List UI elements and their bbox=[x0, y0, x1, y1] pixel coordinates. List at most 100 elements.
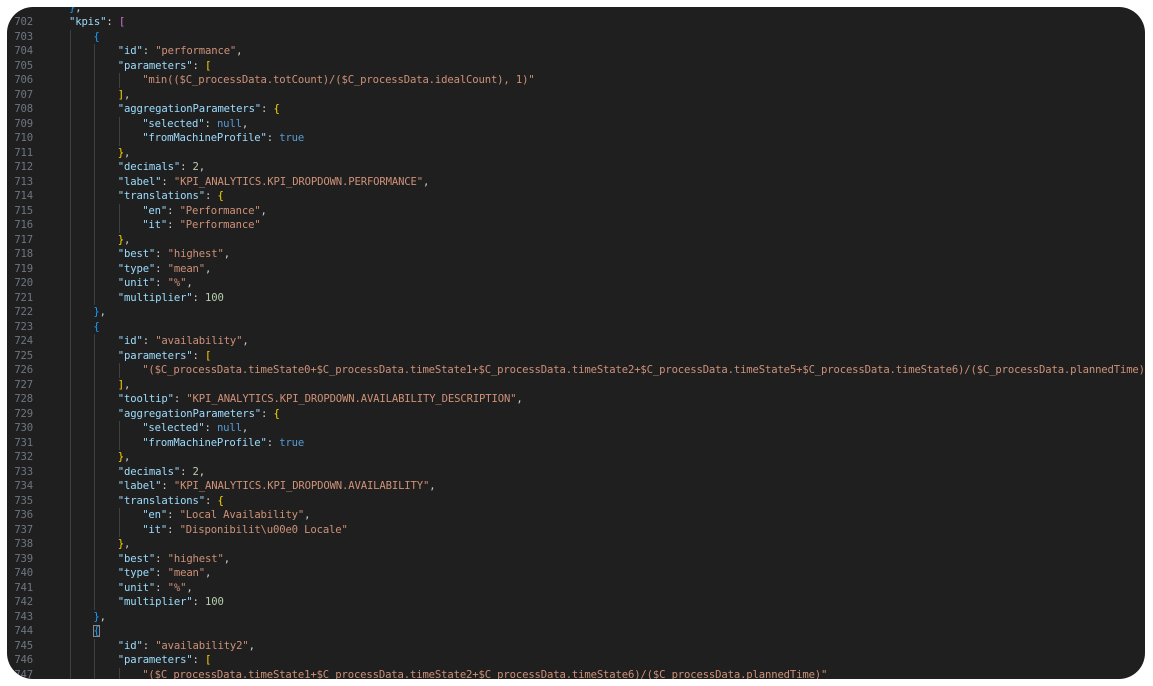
code-text: "best": "highest", bbox=[118, 247, 230, 262]
code-token: "performance" bbox=[155, 45, 237, 57]
indent-guide bbox=[70, 392, 71, 407]
line-number: 711 bbox=[14, 146, 33, 159]
code-line[interactable]: 707], bbox=[7, 87, 1145, 102]
indent-guide bbox=[94, 421, 96, 436]
code-line[interactable]: 709 "selected": null, bbox=[7, 116, 1145, 131]
line-number: 726 bbox=[14, 364, 33, 376]
code-line[interactable]: 706 "min(($C_processData.totCount)/($C_pr… bbox=[7, 73, 1145, 88]
code-line[interactable]: 737 "it": "Disponibilit\u00e0 Locale" bbox=[7, 522, 1145, 537]
code-line[interactable]: 745 "id": "availability2", bbox=[7, 638, 1145, 654]
code-token: "best" bbox=[117, 552, 156, 565]
indent-guide bbox=[70, 218, 71, 233]
code-line[interactable]: 723 { bbox=[7, 319, 1145, 334]
indent-guide bbox=[70, 44, 71, 59]
code-line[interactable]: 714 "translations": { bbox=[7, 189, 1145, 204]
code-token: , bbox=[304, 509, 311, 521]
indent-guide bbox=[94, 145, 96, 160]
code-line[interactable]: 743}, bbox=[7, 609, 1145, 624]
code-line[interactable]: 733 "decimals": 2, bbox=[7, 464, 1145, 479]
code-line[interactable]: 727], bbox=[7, 377, 1145, 392]
code-token: : bbox=[155, 277, 168, 289]
code-token: "translations" bbox=[117, 190, 205, 202]
code-line[interactable]: 725 "parameters": [ bbox=[7, 348, 1145, 364]
code-text: "parameters": [ bbox=[117, 349, 212, 364]
code-line[interactable]: 741 "unit": "%", bbox=[7, 580, 1145, 595]
code-line[interactable]: 719 "type": "mean", bbox=[7, 261, 1145, 277]
code-line[interactable]: 731 "fromMachineProfile": true bbox=[7, 435, 1145, 451]
code-line[interactable]: 718 "best": "highest", bbox=[7, 247, 1145, 262]
code-line[interactable]: 704 "id": "performance", bbox=[7, 44, 1145, 59]
line-number: 704 bbox=[14, 45, 33, 57]
code-token: "it" bbox=[142, 523, 168, 536]
code-token: : bbox=[142, 335, 156, 347]
line-number: 745 bbox=[14, 639, 33, 652]
code-line[interactable]: 715 "en": "Performance", bbox=[7, 203, 1145, 218]
code-text: "type": "mean", bbox=[118, 566, 212, 581]
code-text: "id": "availability2", bbox=[118, 639, 255, 654]
code-text: { bbox=[93, 30, 99, 45]
code-token: , bbox=[124, 378, 131, 391]
code-token: "availability2" bbox=[155, 639, 249, 652]
code-line[interactable]: 740 "type": "mean", bbox=[7, 566, 1145, 581]
code-line[interactable]: 708 "aggregationParameters": { bbox=[7, 102, 1145, 117]
code-line[interactable]: 736 "en": "Local Availability", bbox=[7, 508, 1145, 523]
code-token: "parameters" bbox=[117, 349, 193, 362]
code-token: , bbox=[99, 306, 106, 318]
code-token: [ bbox=[205, 349, 212, 362]
code-line[interactable]: 705 "parameters": [ bbox=[7, 58, 1145, 73]
code-line[interactable]: 742 "multiplier": 100 bbox=[7, 595, 1145, 610]
indent-guide bbox=[94, 392, 96, 407]
code-line[interactable]: 711}, bbox=[7, 145, 1145, 160]
code-token: "highest" bbox=[167, 248, 224, 260]
code-line[interactable]: 734 "label": "KPI_ANALYTICS.KPI_DROPDOWN.… bbox=[7, 479, 1145, 494]
indent-guide bbox=[94, 638, 96, 653]
code-text: "type": "mean", bbox=[118, 262, 212, 277]
line-number: 744 bbox=[14, 625, 33, 637]
code-token: : bbox=[266, 132, 280, 144]
code-line[interactable]: 746 "parameters": [ bbox=[7, 653, 1145, 668]
line-number: 705 bbox=[14, 59, 33, 72]
code-text: }, bbox=[93, 305, 106, 320]
code-line[interactable]: 712 "decimals": 2, bbox=[7, 160, 1145, 175]
code-line[interactable]: 722}, bbox=[7, 305, 1145, 320]
indent-guide bbox=[70, 363, 71, 378]
code-line[interactable]: 720 "unit": "%", bbox=[7, 276, 1145, 291]
code-token: : bbox=[155, 262, 168, 275]
code-line[interactable]: 717}, bbox=[7, 232, 1145, 247]
code-line[interactable]: 710 "fromMachineProfile": true bbox=[7, 131, 1145, 146]
code-line[interactable]: 724 "id": "availability", bbox=[7, 334, 1145, 349]
code-line[interactable]: 726 "($C_processData.timeState0+$C_proces… bbox=[7, 363, 1145, 378]
code-token: true bbox=[279, 436, 305, 449]
code-line[interactable]: 716 "it": "Performance" bbox=[7, 218, 1145, 233]
indent-guide bbox=[94, 667, 96, 679]
indent-guide bbox=[70, 160, 71, 175]
code-line[interactable]: 732}, bbox=[7, 450, 1145, 465]
code-text: "($C_processData.timeState0+$C_processDa… bbox=[142, 363, 1145, 378]
code-line[interactable]: }, bbox=[7, 7, 1145, 15]
line-number: 734 bbox=[14, 480, 33, 492]
code-line[interactable]: 721 "multiplier": 100 bbox=[7, 290, 1145, 305]
code-line[interactable]: 744 { bbox=[7, 624, 1145, 639]
code-line[interactable]: 702 "kpis": [ bbox=[7, 15, 1145, 30]
code-line[interactable]: 728 "tooltip": "KPI_ANALYTICS.KPI_DROPDOW… bbox=[7, 392, 1145, 407]
indent-guide bbox=[70, 174, 71, 189]
code-text: "fromMachineProfile": true bbox=[142, 436, 304, 451]
code-line[interactable]: 729 "aggregationParameters": { bbox=[7, 406, 1145, 421]
code-editor[interactable]: }, 702 "kpis": [703{704 "id": "performance"… bbox=[7, 7, 1145, 679]
code-token: "unit" bbox=[117, 581, 156, 594]
line-number: 728 bbox=[14, 393, 33, 405]
code-line[interactable]: 739 "best": "highest", bbox=[7, 551, 1145, 566]
code-token: 100 bbox=[205, 596, 224, 608]
indent-guide bbox=[70, 479, 71, 494]
code-token: "it" bbox=[142, 219, 168, 231]
code-line[interactable]: 747 "($C_processData.timeState1+$C_proces… bbox=[7, 667, 1145, 679]
line-number: 731 bbox=[14, 436, 33, 449]
code-token: : bbox=[192, 59, 206, 72]
code-line[interactable]: 703 { bbox=[7, 29, 1145, 45]
indent-guide bbox=[70, 261, 71, 276]
code-token: true bbox=[279, 132, 305, 144]
code-line[interactable]: 735 "translations": { bbox=[7, 493, 1145, 508]
code-line[interactable]: 730 "selected": null, bbox=[7, 421, 1145, 436]
code-line[interactable]: 713 "label": "KPI_ANALYTICS.KPI_DROPDOWN.… bbox=[7, 174, 1145, 189]
code-line[interactable]: 738}, bbox=[7, 537, 1145, 552]
